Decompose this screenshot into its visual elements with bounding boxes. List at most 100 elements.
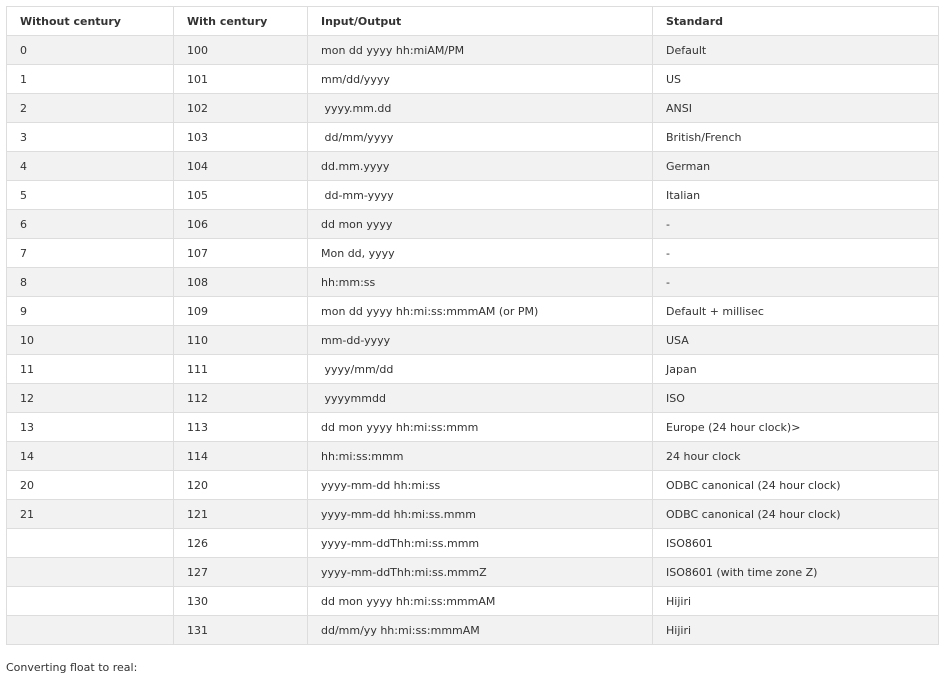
header-with-century: With century (173, 6, 308, 36)
cell-standard: Default (652, 35, 939, 65)
table-row: 9 109 mon dd yyyy hh:mi:ss:mmmAM (or PM) De… (6, 296, 939, 326)
table-row: 130 dd mon yyyy hh:mi:ss:mmmAM Hijiri (6, 586, 939, 616)
table-row: 14 114 hh:mi:ss:mmm 24 hour clock (6, 441, 939, 471)
cell-without-century: 8 (6, 267, 174, 297)
cell-with-century: 101 (173, 64, 308, 94)
cell-standard: 24 hour clock (652, 441, 939, 471)
table-row: 13 113 dd mon yyyy hh:mi:ss:mmm Europe (24 … (6, 412, 939, 442)
cell-input-output: dd/mm/yy hh:mi:ss:mmmAM (307, 615, 653, 645)
cell-input-output: dd mon yyyy (307, 209, 653, 239)
cell-input-output: yyyy-mm-ddThh:mi:ss.mmm (307, 528, 653, 558)
table-header: Without century With century Input/Outpu… (6, 6, 939, 36)
header-input-output: Input/Output (307, 6, 653, 36)
cell-with-century: 110 (173, 325, 308, 355)
header-without-century: Without century (6, 6, 174, 36)
cell-without-century (6, 586, 174, 616)
table-row: 0 100 mon dd yyyy hh:miAM/PM Default (6, 35, 939, 65)
table-row: 127 yyyy-mm-ddThh:mi:ss.mmmZ ISO8601 (with… (6, 557, 939, 587)
cell-with-century: 107 (173, 238, 308, 268)
cell-standard: Japan (652, 354, 939, 384)
cell-standard: ANSI (652, 93, 939, 123)
cell-with-century: 104 (173, 151, 308, 181)
cell-with-century: 102 (173, 93, 308, 123)
cell-standard: Hijiri (652, 586, 939, 616)
cell-without-century: 14 (6, 441, 174, 471)
cell-without-century: 5 (6, 180, 174, 210)
cell-input-output: dd mon yyyy hh:mi:ss:mmmAM (307, 586, 653, 616)
cell-with-century: 131 (173, 615, 308, 645)
table-row: 21 121 yyyy-mm-dd hh:mi:ss.mmm ODBC canonic… (6, 499, 939, 529)
cell-standard: - (652, 267, 939, 297)
cell-without-century: 7 (6, 238, 174, 268)
cell-without-century: 10 (6, 325, 174, 355)
cell-without-century: 6 (6, 209, 174, 239)
cell-with-century: 112 (173, 383, 308, 413)
cell-standard: ODBC canonical (24 hour clock) (652, 470, 939, 500)
cell-with-century: 100 (173, 35, 308, 65)
cell-standard: Hijiri (652, 615, 939, 645)
table-row: 11 111 yyyy/mm/dd Japan (6, 354, 939, 384)
cell-standard: ISO8601 (with time zone Z) (652, 557, 939, 587)
table-body: 0 100 mon dd yyyy hh:miAM/PM Default 1 101 mm/… (6, 35, 939, 645)
date-format-table: Without century With century Input/Outpu… (6, 6, 939, 645)
cell-without-century: 11 (6, 354, 174, 384)
cell-without-century: 2 (6, 93, 174, 123)
cell-standard: USA (652, 325, 939, 355)
table-row: 10 110 mm-dd-yyyy USA (6, 325, 939, 355)
cell-without-century: 12 (6, 383, 174, 413)
table-row: 6 106 dd mon yyyy - (6, 209, 939, 239)
cell-standard: Europe (24 hour clock)> (652, 412, 939, 442)
cell-without-century: 0 (6, 35, 174, 65)
header-row: Without century With century Input/Outpu… (6, 6, 939, 36)
cell-standard: ISO (652, 383, 939, 413)
cell-input-output: mm-dd-yyyy (307, 325, 653, 355)
cell-with-century: 121 (173, 499, 308, 529)
cell-with-century: 126 (173, 528, 308, 558)
table-row: 131 dd/mm/yy hh:mi:ss:mmmAM Hijiri (6, 615, 939, 645)
cell-standard: ODBC canonical (24 hour clock) (652, 499, 939, 529)
table-row: 3 103 dd/mm/yyyy British/French (6, 122, 939, 152)
cell-input-output: dd/mm/yyyy (307, 122, 653, 152)
cell-without-century (6, 557, 174, 587)
cell-standard: ISO8601 (652, 528, 939, 558)
cell-with-century: 111 (173, 354, 308, 384)
cell-standard: - (652, 209, 939, 239)
cell-with-century: 130 (173, 586, 308, 616)
cell-with-century: 114 (173, 441, 308, 471)
table-row: 1 101 mm/dd/yyyy US (6, 64, 939, 94)
date-format-table-container: Without century With century Input/Outpu… (6, 6, 939, 645)
cell-input-output: dd mon yyyy hh:mi:ss:mmm (307, 412, 653, 442)
table-row: 8 108 hh:mm:ss - (6, 267, 939, 297)
cell-input-output: yyyy-mm-ddThh:mi:ss.mmmZ (307, 557, 653, 587)
cell-standard: German (652, 151, 939, 181)
footer-paragraph: Converting float to real: (6, 661, 138, 674)
table-row: 126 yyyy-mm-ddThh:mi:ss.mmm ISO8601 (6, 528, 939, 558)
cell-input-output: yyyy/mm/dd (307, 354, 653, 384)
cell-without-century: 4 (6, 151, 174, 181)
cell-without-century: 13 (6, 412, 174, 442)
cell-without-century (6, 615, 174, 645)
cell-with-century: 105 (173, 180, 308, 210)
cell-with-century: 113 (173, 412, 308, 442)
cell-with-century: 120 (173, 470, 308, 500)
cell-input-output: mon dd yyyy hh:mi:ss:mmmAM (or PM) (307, 296, 653, 326)
cell-with-century: 103 (173, 122, 308, 152)
cell-input-output: yyyy-mm-dd hh:mi:ss.mmm (307, 499, 653, 529)
cell-with-century: 106 (173, 209, 308, 239)
header-standard: Standard (652, 6, 939, 36)
cell-input-output: yyyymmdd (307, 383, 653, 413)
table-row: 12 112 yyyymmdd ISO (6, 383, 939, 413)
cell-with-century: 127 (173, 557, 308, 587)
table-row: 4 104 dd.mm.yyyy German (6, 151, 939, 181)
table-row: 5 105 dd-mm-yyyy Italian (6, 180, 939, 210)
cell-without-century: 1 (6, 64, 174, 94)
cell-input-output: mon dd yyyy hh:miAM/PM (307, 35, 653, 65)
cell-input-output: yyyy-mm-dd hh:mi:ss (307, 470, 653, 500)
cell-input-output: dd-mm-yyyy (307, 180, 653, 210)
table-row: 2 102 yyyy.mm.dd ANSI (6, 93, 939, 123)
cell-without-century: 9 (6, 296, 174, 326)
cell-standard: US (652, 64, 939, 94)
cell-input-output: Mon dd, yyyy (307, 238, 653, 268)
cell-input-output: hh:mi:ss:mmm (307, 441, 653, 471)
cell-input-output: hh:mm:ss (307, 267, 653, 297)
